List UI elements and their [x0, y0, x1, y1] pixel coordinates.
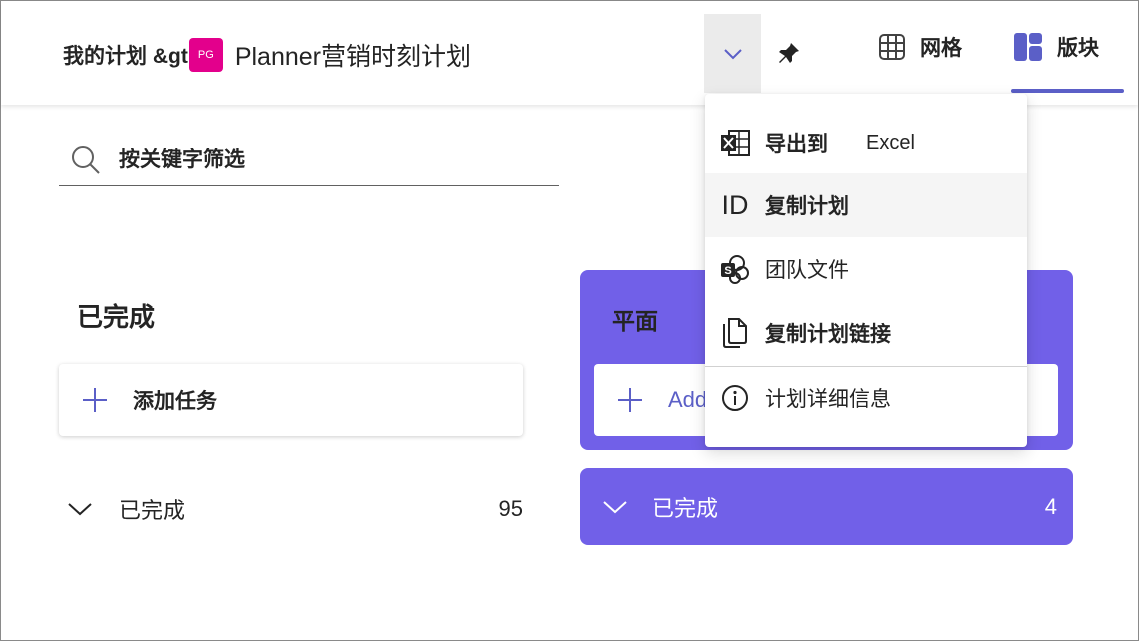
- copy-icon: [719, 317, 751, 349]
- menu-item-export-excel[interactable]: 导出到 Excel: [705, 113, 1027, 173]
- tab-board-label: 版块: [1057, 37, 1099, 60]
- pin-icon: [779, 43, 799, 63]
- menu-item-team-files-label: 团队文件: [765, 259, 849, 282]
- menu-item-copy-link-label: 复制计划链接: [765, 323, 891, 346]
- add-task-2-label: Add: [668, 387, 708, 412]
- excel-icon: [719, 127, 751, 159]
- completed-section-toggle-2[interactable]: 已完成 4: [580, 468, 1073, 545]
- chevron-down-icon: [723, 48, 742, 59]
- filter-search: [59, 135, 559, 186]
- svg-text:S: S: [724, 265, 731, 277]
- grid-icon: [878, 33, 906, 61]
- menu-item-team-files[interactable]: S 团队文件: [705, 237, 1027, 301]
- plan-title: Planner营销时刻计划: [234, 43, 471, 71]
- tab-board[interactable]: 版块: [1013, 1, 1099, 93]
- id-icon: ID: [721, 189, 749, 220]
- plan-options-menu: 导出到 Excel ID 复制计划 S 团队文件 复制计划链接 计划详细信息: [705, 94, 1027, 447]
- completed-label: 已完成: [119, 498, 186, 523]
- completed-count: 95: [498, 496, 523, 521]
- add-task-button[interactable]: 添加任务: [59, 364, 523, 436]
- bucket2-title[interactable]: 平面: [612, 302, 658, 336]
- plan-avatar: PG: [188, 38, 223, 72]
- search-icon: [71, 145, 101, 175]
- menu-item-copy-plan-id[interactable]: ID 复制计划: [705, 173, 1027, 237]
- plus-icon: [81, 386, 109, 414]
- chevron-down-icon: [67, 501, 93, 517]
- header-bar: 我的计划 &gt; PG Planner营销时刻计划 网格 版块: [1, 1, 1138, 105]
- tab-grid-label: 网格: [920, 37, 962, 60]
- chevron-down-icon: [602, 499, 628, 515]
- menu-item-export-suffix: Excel: [866, 131, 915, 154]
- completed-label-2: 已完成: [652, 495, 719, 521]
- menu-item-plan-details-label: 计划详细信息: [765, 387, 891, 411]
- sharepoint-icon: S: [719, 253, 751, 285]
- menu-item-export-label: 导出到: [765, 133, 828, 156]
- add-task-label: 添加任务: [133, 390, 217, 413]
- menu-item-copy-plan-link[interactable]: 复制计划链接: [705, 301, 1027, 365]
- pin-button[interactable]: [773, 37, 805, 69]
- completed-section-toggle[interactable]: 已完成 95: [59, 477, 523, 541]
- info-icon: [719, 382, 751, 414]
- menu-item-plan-details[interactable]: 计划详细信息: [705, 366, 1027, 428]
- breadcrumb-my-plans[interactable]: 我的计划 &gt;: [63, 40, 195, 70]
- active-tab-indicator: [1011, 89, 1124, 93]
- tab-grid[interactable]: 网格: [878, 1, 962, 93]
- completed-count-2: 4: [1044, 493, 1057, 519]
- board-icon: [1013, 32, 1043, 62]
- plus-icon: [616, 386, 644, 414]
- bucket-title[interactable]: 已完成: [77, 297, 155, 334]
- breadcrumb: 我的计划 &gt; PG Planner营销时刻计划: [63, 37, 471, 73]
- plan-menu-dropdown-button[interactable]: [704, 14, 761, 93]
- menu-item-copy-id-label: 复制计划: [765, 195, 849, 218]
- filter-keyword-input[interactable]: [119, 148, 499, 172]
